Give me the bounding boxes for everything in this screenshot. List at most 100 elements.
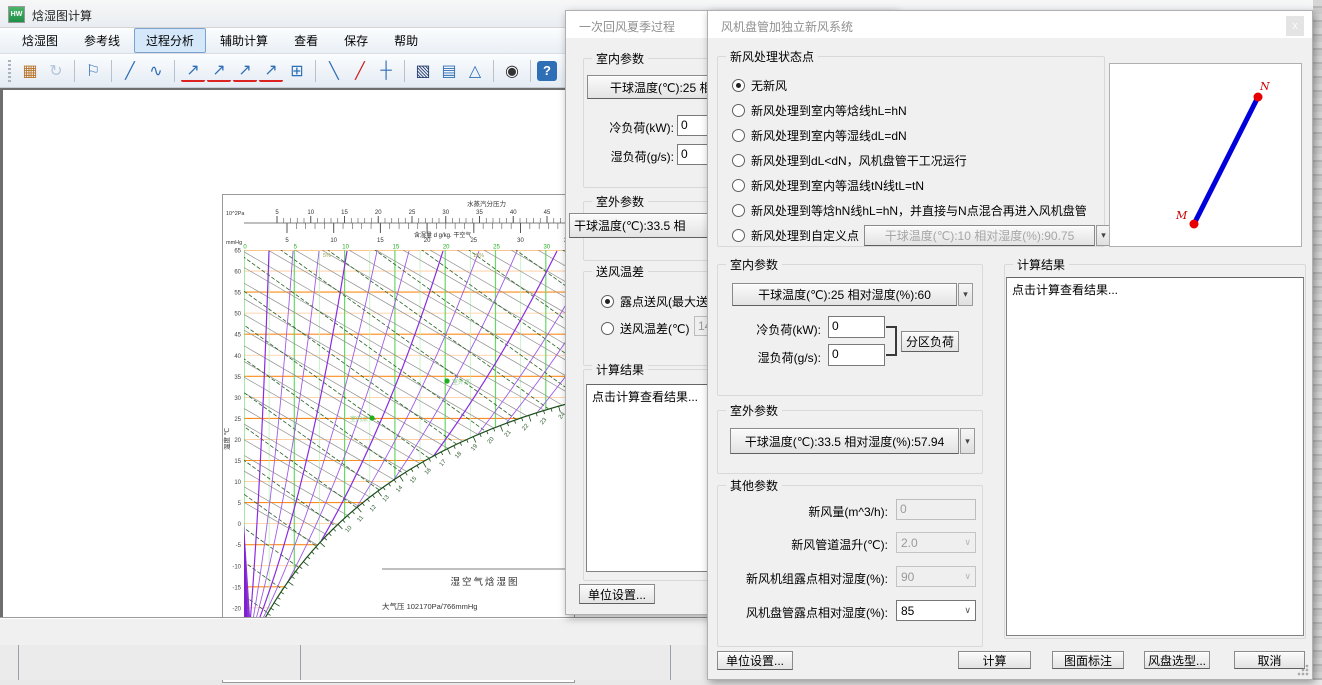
wetbulb-tick: 18 [454, 450, 463, 459]
cube-icon[interactable]: ▧ [411, 59, 435, 83]
pa-tick: 15 [341, 210, 348, 216]
d2-fresh-air-option-0[interactable]: 无新风 [732, 76, 787, 94]
point-flag-icon[interactable]: ⚐ [81, 59, 105, 83]
d1-unit-settings-button[interactable]: 单位设置... [579, 584, 655, 604]
radio-circle[interactable] [732, 204, 745, 217]
process-humidify-icon[interactable]: ↗ [233, 60, 257, 82]
point-n-label: N [1259, 80, 1270, 93]
connect-line-icon[interactable]: ╲ [322, 59, 346, 83]
radio-circle[interactable] [732, 104, 745, 117]
close-icon[interactable]: x [1286, 16, 1304, 36]
wetbulb-tick: 23 [539, 417, 548, 426]
wetbulb-tick: 12 [369, 504, 378, 513]
menu-item-1[interactable]: 参考线 [72, 28, 132, 53]
rh-curve-icon[interactable]: ∿ [144, 59, 168, 83]
menu-item-5[interactable]: 保存 [332, 28, 380, 53]
moisture-axis-label: 含湿量 d g/kg. 干空气 [414, 231, 471, 239]
mmhg-tick: 5 [285, 238, 289, 244]
help-icon[interactable]: ? [537, 61, 557, 81]
line-tool-icon[interactable]: ╱ [118, 59, 142, 83]
radio-circle[interactable] [732, 229, 745, 242]
d1-supply-delta-radio[interactable]: 送风温差(℃) [601, 319, 689, 337]
d2-coil-dewpoint-rh-select[interactable]: 85∨ [896, 600, 976, 621]
d2-fresh-air-option-5[interactable]: 新风处理到等焓hN线hL=hN，并直接与N点混合再进入风机盘管 [732, 201, 1087, 219]
chevron-down-icon: ∨ [964, 537, 971, 548]
d2-calculate-button[interactable]: 计算 [958, 651, 1031, 669]
d2-indoor-state-combo[interactable]: 干球温度(℃):25 相对湿度(%):60 [732, 283, 957, 306]
process-dehumidify-icon[interactable]: ↗ [259, 60, 283, 82]
radio-circle[interactable] [732, 179, 745, 192]
d2-moisture-load-input[interactable]: 0 [828, 344, 885, 366]
d1-dewpoint-supply-radio[interactable]: 露点送风(最大送风 [601, 292, 720, 310]
resize-grip[interactable] [1297, 664, 1309, 676]
menu-item-6[interactable]: 帮助 [382, 28, 430, 53]
wetbulb-tick: 16 [424, 467, 433, 476]
rh-label: 15% [473, 253, 484, 259]
d1-outdoor-group-label: 室外参数 [592, 193, 648, 210]
psychrometric-chart-paper[interactable]: 101112131415161718192021222324水蒸汽分压力10^2… [222, 194, 575, 683]
wetbulb-tick: 14 [395, 484, 404, 493]
menu-item-0[interactable]: 焓湿图 [10, 28, 70, 53]
d2-fresh-air-option-6[interactable]: 新风处理到自定义点 [732, 226, 859, 244]
d2-unit-settings-button[interactable]: 单位设置... [717, 651, 793, 670]
psychrometric-chart: 101112131415161718192021222324水蒸汽分压力10^2… [223, 195, 574, 682]
moisture-tick: 10 [342, 245, 349, 251]
triangle-icon[interactable]: △ [463, 59, 487, 83]
red-line-icon[interactable]: ╱ [348, 59, 372, 83]
d2-annotate-button[interactable]: 图面标注 [1052, 651, 1124, 669]
chevron-down-icon[interactable]: ▾ [958, 283, 973, 306]
moisture-tick: 0 [243, 245, 247, 251]
pa-tick: 10 [307, 210, 314, 216]
d2-fresh-air-option-2[interactable]: 新风处理到室内等湿线dL=dN [732, 126, 907, 144]
d2-cancel-button[interactable]: 取消 [1234, 651, 1305, 669]
menu-item-3[interactable]: 辅助计算 [208, 28, 280, 53]
process-heating-icon[interactable]: ↗ [181, 60, 205, 82]
menu-item-4[interactable]: 查看 [282, 28, 330, 53]
option-label: 新风处理到自定义点 [751, 227, 859, 244]
refresh-icon[interactable]: ↻ [44, 59, 68, 83]
axes-icon[interactable]: ┼ [374, 59, 398, 83]
radio-circle[interactable] [732, 79, 745, 92]
mmhg-tick: 30 [517, 238, 524, 244]
d2-ahu-dewpoint-rh-label: 新风机组露点相对湿度(%): [722, 570, 888, 587]
radio-circle[interactable] [601, 322, 614, 335]
d1-indoor-group-label: 室内参数 [592, 50, 648, 67]
radio-circle[interactable] [732, 129, 745, 142]
chevron-down-icon[interactable]: ▾ [960, 428, 975, 454]
wetbulb-tick: 21 [504, 429, 513, 438]
menu-item-2[interactable]: 过程分析 [134, 28, 206, 53]
snapshot-icon[interactable]: ◉ [500, 59, 524, 83]
pa-tick: 20 [375, 210, 382, 216]
calc-icon[interactable]: ▤ [437, 59, 461, 83]
process-line-diagram: N M [1110, 64, 1303, 248]
wetbulb-tick: 11 [357, 514, 366, 523]
app-title: 焓湿图计算 [32, 7, 92, 24]
select-value: 2.0 [901, 536, 918, 550]
process-cooling-icon[interactable]: ↗ [207, 60, 231, 82]
radio-circle[interactable] [732, 154, 745, 167]
d2-fresh-air-option-3[interactable]: 新风处理到dL<dN，风机盘管干工况运行 [732, 151, 967, 169]
wetbulb-tick: 17 [439, 458, 448, 467]
radio-circle[interactable] [601, 295, 614, 308]
moisture-tick: 15 [393, 245, 400, 251]
chart-grid-icon[interactable]: ▦ [18, 59, 42, 83]
background-scrollbar-strip[interactable] [1313, 0, 1322, 680]
d2-cooling-load-input[interactable]: 0 [828, 316, 885, 338]
toolbar-grip [8, 60, 11, 82]
d2-fresh-air-group: 新风处理状态点 无新风 新风处理到室内等焓线hL=hN 新风处理到室内等湿线dL… [717, 56, 1105, 247]
d2-fresh-air-option-4[interactable]: 新风处理到室内等温线tN线tL=tN [732, 176, 924, 194]
wetbulb-tick: 22 [521, 423, 530, 432]
d2-coil-selection-button[interactable]: 风盘选型... [1144, 651, 1210, 669]
vapor-pressure-label: 水蒸汽分压力 [467, 199, 506, 208]
toolbar-separator [174, 60, 175, 82]
option-label: 新风处理到dL<dN，风机盘管干工况运行 [751, 152, 967, 169]
indoor-point [369, 415, 374, 420]
d2-result-box[interactable]: 点击计算查看结果... [1006, 277, 1304, 636]
dialog2-titlebar[interactable]: 风机盘管加独立新风系统 x [708, 11, 1312, 38]
d2-outdoor-state-combo[interactable]: 干球温度(℃):33.5 相对湿度(%):57.94 [730, 428, 959, 454]
mix-box-icon[interactable]: ⊞ [285, 59, 309, 83]
toolbar-separator [530, 60, 531, 82]
indoor-point-label: 室内点 [350, 415, 368, 423]
d2-zone-load-button[interactable]: 分区负荷 [901, 331, 959, 352]
d2-fresh-air-option-1[interactable]: 新风处理到室内等焓线hL=hN [732, 101, 907, 119]
